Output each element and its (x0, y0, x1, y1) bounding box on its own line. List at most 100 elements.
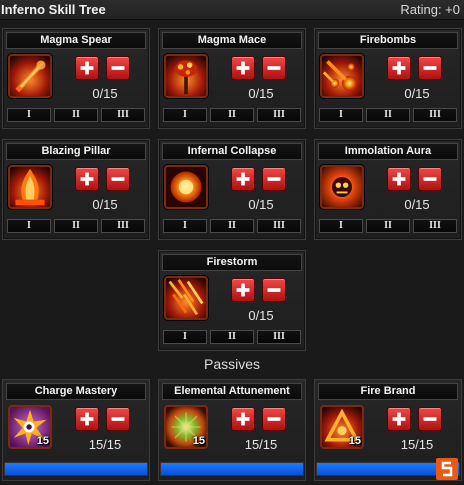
add-point-button[interactable] (387, 56, 411, 80)
add-point-button[interactable] (75, 167, 99, 191)
tier-3-button[interactable]: III (257, 219, 301, 233)
add-point-button[interactable] (231, 167, 255, 191)
tier-2-button[interactable]: II (210, 219, 254, 233)
plus-icon (236, 412, 250, 426)
plus-icon (80, 61, 94, 75)
tier-1-button[interactable]: I (319, 108, 363, 122)
plus-icon (80, 172, 94, 186)
remove-point-button[interactable] (418, 407, 442, 431)
progress-fill (5, 463, 147, 475)
skill-points: 0/15 (248, 197, 274, 212)
skill-points: 0/15 (92, 86, 118, 101)
blazing-pillar-icon[interactable] (8, 165, 52, 209)
remove-point-button[interactable] (418, 167, 442, 191)
skill-name: Immolation Aura (318, 143, 458, 160)
add-point-button[interactable] (231, 278, 255, 302)
tier-3-button[interactable]: III (101, 219, 145, 233)
tier-3-button[interactable]: III (101, 108, 145, 122)
minus-icon (423, 66, 437, 70)
rating-label: Rating: +0 (400, 2, 460, 17)
tier-2-button[interactable]: II (210, 108, 254, 122)
minus-icon (267, 66, 281, 70)
remove-point-button[interactable] (106, 56, 130, 80)
add-point-button[interactable] (387, 407, 411, 431)
minus-icon (267, 288, 281, 292)
skill-card-immolation-aura: Immolation Aura 0/15 I II III (314, 139, 462, 240)
plus-icon (236, 61, 250, 75)
add-point-button[interactable] (231, 407, 255, 431)
passive-points: 15/15 (400, 437, 434, 452)
remove-point-button[interactable] (418, 56, 442, 80)
passive-card-charge-mastery: Charge Mastery 15 15/15 (2, 379, 150, 481)
tier-2-button[interactable]: II (210, 330, 254, 344)
minus-icon (267, 417, 281, 421)
remove-point-button[interactable] (106, 407, 130, 431)
minus-icon (111, 66, 125, 70)
passive-points: 15/15 (244, 437, 278, 452)
add-point-button[interactable] (231, 56, 255, 80)
passive-name: Fire Brand (318, 383, 458, 400)
tier-3-button[interactable]: III (257, 330, 301, 344)
tier-2-button[interactable]: II (54, 219, 98, 233)
skill-points: 0/15 (404, 197, 430, 212)
skill-tree-header: Inferno Skill Tree Rating: +0 (0, 0, 464, 20)
passive-progress-bar (4, 462, 148, 476)
add-point-button[interactable] (387, 167, 411, 191)
plus-icon (392, 412, 406, 426)
minus-icon (267, 177, 281, 181)
tier-1-button[interactable]: I (163, 219, 207, 233)
plus-icon (392, 172, 406, 186)
tier-1-button[interactable]: I (7, 108, 51, 122)
plus-icon (236, 283, 250, 297)
rank-badge: 15 (348, 435, 361, 447)
passive-points: 15/15 (88, 437, 122, 452)
passives-heading: Passives (203, 356, 261, 372)
tier-1-button[interactable]: I (163, 108, 207, 122)
tier-1-button[interactable]: I (319, 219, 363, 233)
passive-name: Elemental Attunement (162, 383, 302, 400)
passive-progress-bar (160, 462, 304, 476)
skill-name: Firestorm (162, 254, 302, 271)
remove-point-button[interactable] (262, 167, 286, 191)
tier-2-button[interactable]: II (366, 219, 410, 233)
remove-point-button[interactable] (262, 407, 286, 431)
passive-card-elemental-attunement: Elemental Attunement 15 15/15 (158, 379, 306, 481)
skill-name: Magma Mace (162, 32, 302, 49)
tier-3-button[interactable]: III (413, 219, 457, 233)
immolation-aura-icon[interactable] (320, 165, 364, 209)
tier-1-button[interactable]: I (163, 330, 207, 344)
elemental-attunement-icon[interactable]: 15 (164, 405, 208, 449)
skill-points: 0/15 (92, 197, 118, 212)
skill-points: 0/15 (248, 308, 274, 323)
skill-tree-title: Inferno Skill Tree (1, 2, 106, 17)
magma-spear-icon[interactable] (8, 54, 52, 98)
skill-card-magma-spear: Magma Spear 0/15 I II III (2, 28, 150, 129)
firebombs-icon[interactable] (320, 54, 364, 98)
progress-fill (161, 463, 303, 475)
tier-3-button[interactable]: III (413, 108, 457, 122)
add-point-button[interactable] (75, 56, 99, 80)
minus-icon (111, 177, 125, 181)
remove-point-button[interactable] (262, 278, 286, 302)
infernal-collapse-icon[interactable] (164, 165, 208, 209)
skill-card-firebombs: Firebombs 0/15 I II III (314, 28, 462, 129)
remove-point-button[interactable] (262, 56, 286, 80)
remove-point-button[interactable] (106, 167, 130, 191)
skill-points: 0/15 (248, 86, 274, 101)
skill-points: 0/15 (404, 86, 430, 101)
rank-badge: 15 (192, 435, 205, 447)
firestorm-icon[interactable] (164, 276, 208, 320)
magma-mace-icon[interactable] (164, 54, 208, 98)
fire-brand-icon[interactable]: 15 (320, 405, 364, 449)
add-point-button[interactable] (75, 407, 99, 431)
skill-card-infernal-collapse: Infernal Collapse 0/15 I II III (158, 139, 306, 240)
rank-badge: 15 (36, 435, 49, 447)
tier-3-button[interactable]: III (257, 108, 301, 122)
minus-icon (111, 417, 125, 421)
skill-name: Firebombs (318, 32, 458, 49)
charge-mastery-icon[interactable]: 15 (8, 405, 52, 449)
tier-2-button[interactable]: II (54, 108, 98, 122)
passive-name: Charge Mastery (6, 383, 146, 400)
tier-2-button[interactable]: II (366, 108, 410, 122)
tier-1-button[interactable]: I (7, 219, 51, 233)
